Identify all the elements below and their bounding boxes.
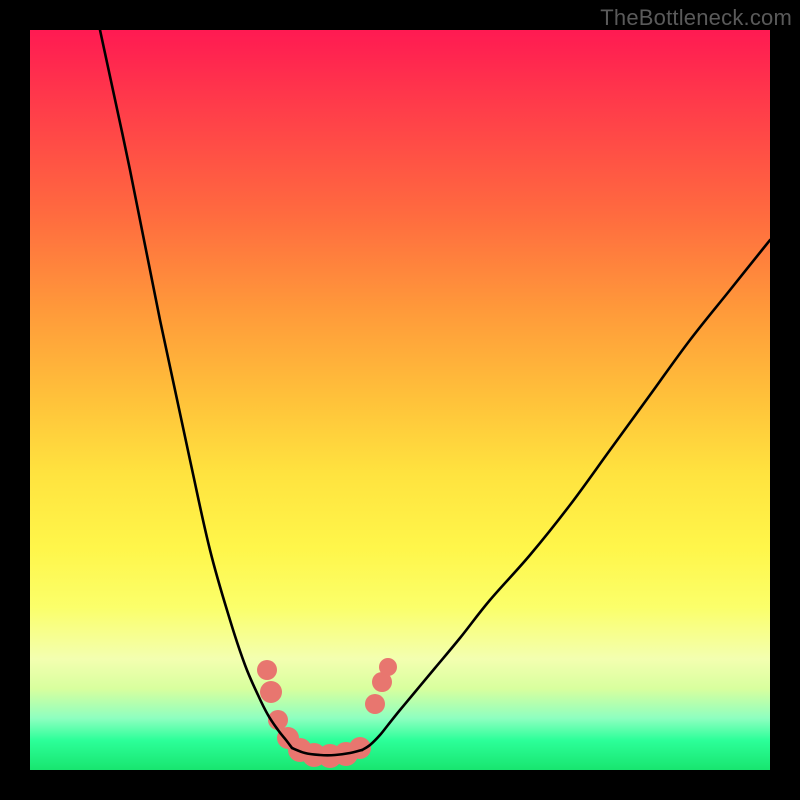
- chart-markers: [257, 658, 397, 768]
- chart-marker-dot: [257, 660, 277, 680]
- watermark-text: TheBottleneck.com: [600, 5, 792, 31]
- chart-marker-dot: [379, 658, 397, 676]
- chart-series-left-curve: [100, 30, 292, 748]
- chart-series-right-curve: [362, 240, 770, 750]
- chart-marker-dot: [260, 681, 282, 703]
- chart-marker-dot: [365, 694, 385, 714]
- chart-plot-area: [30, 30, 770, 770]
- chart-svg: [30, 30, 770, 770]
